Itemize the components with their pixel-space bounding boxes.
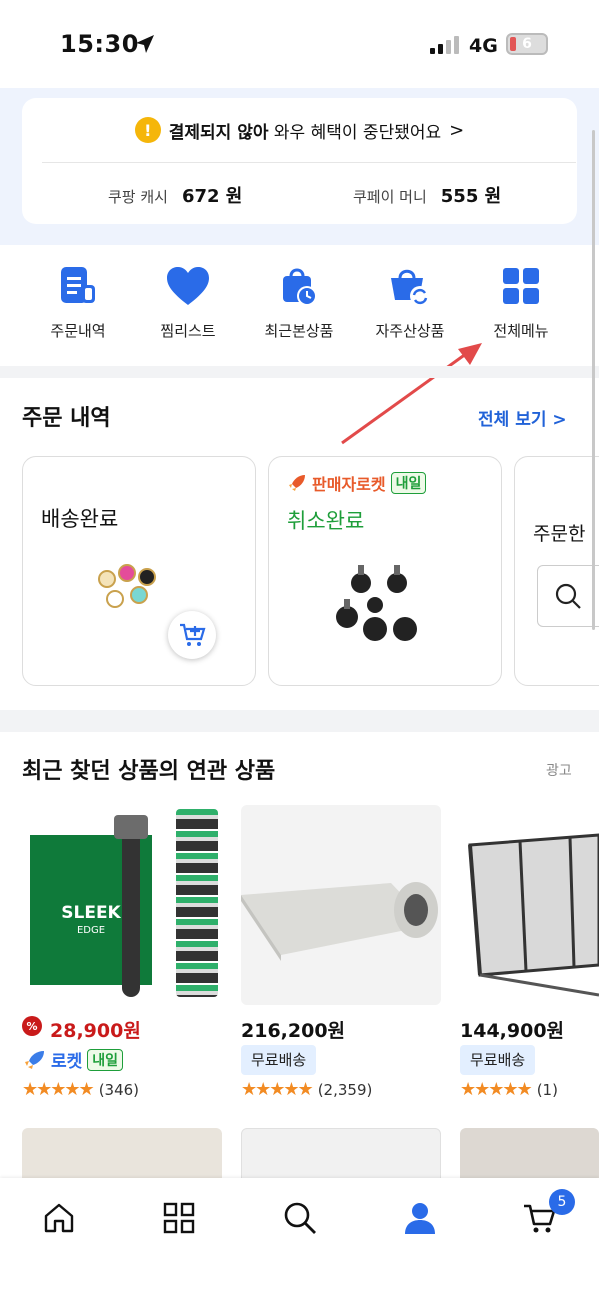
rating-stars: ★★★★★ [241,1079,314,1100]
view-all-link[interactable]: 전체 보기 > [478,405,567,430]
section-divider [0,366,599,378]
review-count: (2,359) [317,1080,373,1099]
cart-count-badge: 5 [549,1189,575,1215]
sale-icon: % [22,1016,42,1036]
battery-icon: 6 [506,33,548,55]
my-coupang-icon [405,1203,435,1234]
product-price: 28,900원 [50,1020,141,1042]
seller-rocket-badge: 판매자로켓 내일 [287,471,427,495]
scrollbar[interactable] [592,130,595,630]
order-status: 주문한 [533,523,586,545]
section-divider [0,710,599,732]
product-image [336,565,417,641]
warning-icon: ! [134,117,161,143]
quick-menu-all[interactable]: 전체메뉴 [471,260,571,341]
orders-title: 주문 내역 [22,406,111,431]
receipt-icon [28,260,128,312]
coupang-cash-label: 쿠팡 캐시 [108,188,168,206]
product-image[interactable]: SLEEK EDGE [22,805,222,1005]
search-icon [284,1202,316,1234]
free-shipping-tag: 무료배송 [241,1045,317,1075]
order-status: 취소완료 [287,509,365,533]
product-rating: ★★★★★ (2,359) [241,1079,372,1100]
badge-label: 로켓 [51,1052,83,1072]
review-count: (346) [98,1080,140,1099]
order-card[interactable]: 판매자로켓 내일 취소완료 [268,456,502,686]
nav-home[interactable] [39,1198,79,1238]
mat-roll-art [241,882,438,961]
ad-label: 광고 [546,763,572,779]
cart-plus-icon [180,623,206,646]
rating-stars: ★★★★★ [22,1079,95,1100]
annotation-arrow-icon [341,343,482,445]
basket-refresh-icon [360,260,460,312]
coupay-money[interactable]: 쿠페이 머니 555 원 [353,182,501,208]
order-search-box[interactable] [537,565,599,627]
coupang-cash[interactable]: 쿠팡 캐시 672 원 [108,182,242,208]
order-card[interactable]: 주문한 [514,456,599,686]
category-grid-icon [163,1202,195,1234]
app: { "status_bar": {"time": "15:30", "netwo… [0,0,599,1290]
product-image[interactable] [241,805,441,1005]
signal-icon [430,36,459,54]
alert-bold: 결제되지 않아 [168,122,269,143]
quick-menu-wishlist[interactable]: 찜리스트 [138,260,238,341]
coupang-cash-value: 672 원 [181,186,243,207]
alert-text: 결제되지 않아 와우 혜택이 중단됐어요 [169,118,441,143]
payment-alert[interactable]: ! 결제되지 않아 와우 혜택이 중단됐어요 > [22,115,577,145]
nav-search[interactable] [280,1198,320,1238]
badge-sub: 내일 [87,1048,124,1071]
quick-menu-frequent[interactable]: 자주산상품 [360,260,460,341]
add-to-cart-button[interactable] [168,611,216,659]
recent-bag-icon [249,260,349,312]
coupay-money-value: 555 원 [440,186,502,207]
playpen-art [468,833,599,997]
badge-sub: 내일 [390,472,427,494]
quick-menu-label: 주문내역 [50,322,106,340]
rocket-icon [25,1050,44,1069]
quick-menu-recent[interactable]: 최근본상품 [249,260,349,341]
recommend-title: 최근 찾던 상품의 연관 상품 [22,759,276,784]
product-rating: ★★★★★ (346) [22,1079,139,1100]
chevron-right-icon: > [449,119,465,141]
rocket-badge: 로켓 내일 [22,1047,124,1072]
product-price: 144,900원 [460,1020,565,1042]
quick-menu-label: 찜리스트 [160,322,216,340]
rocket-icon [289,475,305,491]
coupay-money-label: 쿠페이 머니 [353,188,427,206]
grid-icon [471,260,571,312]
order-status: 배송완료 [41,507,119,531]
product-price: 216,200원 [241,1020,346,1042]
battery-level: 6 [522,36,532,52]
alert-rest: 와우 혜택이 중단됐어요 [268,122,442,143]
rating-stars: ★★★★★ [460,1079,533,1100]
free-shipping-tag: 무료배송 [460,1045,536,1075]
wallet-card: ! 결제되지 않아 와우 혜택이 중단됐어요 > 쿠팡 캐시 672 원 쿠페이… [22,98,577,224]
divider [42,162,576,163]
status-time: 15:30 [60,30,139,58]
location-arrow-icon [134,33,156,59]
nav-category[interactable] [159,1198,199,1238]
razor-handle [122,817,140,997]
blade-cartridges [176,809,218,997]
product-image[interactable] [460,805,599,1005]
heart-icon [138,260,238,312]
network-type: 4G [469,35,498,57]
nav-my-coupang[interactable] [400,1198,440,1238]
razor-head [114,815,148,839]
product-rating: ★★★★★ (1) [460,1079,558,1100]
search-icon [555,583,581,609]
order-card[interactable]: 배송완료 [22,456,256,686]
quick-menu-orders[interactable]: 주문내역 [28,260,128,341]
home-icon [44,1203,74,1233]
badge-label: 판매자로켓 [312,475,386,494]
review-count: (1) [536,1080,558,1099]
